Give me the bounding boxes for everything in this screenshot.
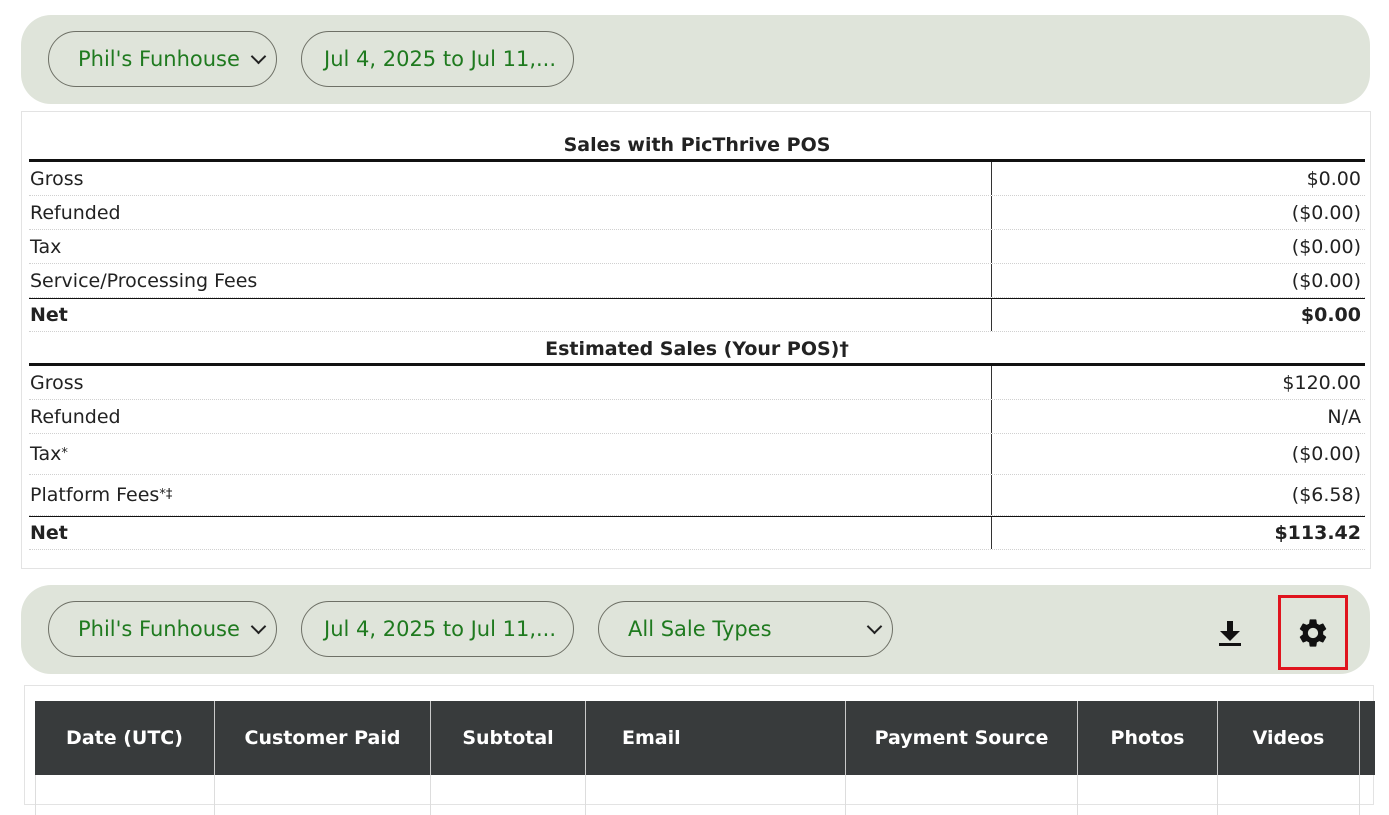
summary-net-row: Net $113.42 (29, 516, 1365, 550)
transactions-table-body (35, 775, 1375, 815)
summary-row-label: Tax (30, 443, 62, 465)
location-select-value: Phil's Funhouse (78, 617, 240, 641)
download-button[interactable] (1195, 595, 1265, 670)
summary-row: Service/Processing Fees ($0.00) (29, 264, 1365, 298)
column-header-customer-paid[interactable]: Customer Paid (215, 701, 431, 775)
column-header-email[interactable]: Email (586, 701, 846, 775)
date-range-picker[interactable]: Jul 4, 2025 to Jul 11,... (301, 31, 574, 87)
date-range-picker[interactable]: Jul 4, 2025 to Jul 11,... (301, 601, 574, 657)
date-range-value: Jul 4, 2025 to Jul 11,... (324, 47, 557, 71)
est-section-title: Estimated Sales (Your POS)† (29, 332, 1365, 366)
chevron-down-icon (250, 48, 267, 65)
column-header-date[interactable]: Date (UTC) (35, 701, 215, 775)
table-cell (1078, 775, 1218, 815)
summary-row-label: Tax (29, 230, 992, 263)
summary-row-label-wrap: Tax * (29, 434, 992, 474)
column-header-videos[interactable]: Videos (1218, 701, 1360, 775)
column-header-overflow (1360, 701, 1375, 775)
summary-row-value: $120.00 (1282, 371, 1361, 394)
table-cell (431, 775, 586, 815)
summary-row: Tax ($0.00) (29, 230, 1365, 264)
summary-row-label: Platform Fees (30, 484, 160, 506)
summary-row-value: ($0.00) (1291, 201, 1361, 224)
table-cell (846, 775, 1078, 815)
top-filter-bar: Phil's Funhouse Jul 4, 2025 to Jul 11,..… (21, 15, 1370, 104)
summary-row-label: Gross (29, 162, 992, 195)
table-cell (586, 775, 846, 815)
summary-row-label-wrap: Platform Fees *‡ (29, 475, 992, 515)
table-cell (1218, 775, 1360, 815)
sale-type-value: All Sale Types (628, 617, 772, 641)
summary-net-label: Net (29, 299, 992, 331)
transactions-filter-bar: Phil's Funhouse Jul 4, 2025 to Jul 11,..… (21, 585, 1370, 674)
summary-row: Refunded N/A (29, 400, 1365, 434)
sales-summary-card: Sales with PicThrive POS Gross $0.00 Ref… (21, 111, 1371, 569)
summary-row: Tax * ($0.00) (29, 434, 1365, 475)
chevron-down-icon (250, 618, 267, 635)
gear-icon (1299, 618, 1327, 647)
summary-row-label: Refunded (29, 196, 992, 229)
download-icon (1219, 620, 1241, 646)
summary-row-value: N/A (1327, 405, 1361, 428)
table-cell (35, 775, 215, 815)
summary-row-value: $0.00 (1306, 167, 1361, 190)
location-select[interactable]: Phil's Funhouse (48, 601, 277, 657)
summary-row: Refunded ($0.00) (29, 196, 1365, 230)
summary-net-label: Net (29, 517, 992, 549)
summary-net-value: $113.42 (1274, 522, 1361, 544)
location-select-value: Phil's Funhouse (78, 47, 240, 71)
sales-summary-table: Sales with PicThrive POS Gross $0.00 Ref… (29, 128, 1365, 550)
summary-row-label: Service/Processing Fees (29, 264, 992, 297)
summary-row-value: ($0.00) (1291, 443, 1361, 465)
summary-row: Gross $120.00 (29, 366, 1365, 400)
column-header-photos[interactable]: Photos (1078, 701, 1218, 775)
pos-section-title: Sales with PicThrive POS (29, 128, 1365, 162)
settings-button[interactable] (1278, 595, 1348, 670)
sale-type-select[interactable]: All Sale Types (598, 601, 893, 657)
chevron-down-icon (866, 618, 883, 635)
transactions-table-container: Date (UTC) Customer Paid Subtotal Email … (24, 685, 1375, 815)
location-select[interactable]: Phil's Funhouse (48, 31, 277, 87)
summary-row-label: Gross (29, 366, 992, 399)
column-header-payment-source[interactable]: Payment Source (846, 701, 1078, 775)
summary-row-value: ($0.00) (1291, 235, 1361, 258)
column-header-subtotal[interactable]: Subtotal (431, 701, 586, 775)
summary-net-row: Net $0.00 (29, 298, 1365, 332)
transactions-table-header: Date (UTC) Customer Paid Subtotal Email … (35, 701, 1375, 775)
table-cell (215, 775, 431, 815)
summary-row-value: ($6.58) (1291, 484, 1361, 506)
summary-row: Gross $0.00 (29, 162, 1365, 196)
summary-row: Platform Fees *‡ ($6.58) (29, 475, 1365, 516)
summary-net-value: $0.00 (1300, 304, 1361, 326)
summary-row-label: Refunded (29, 400, 992, 433)
date-range-value: Jul 4, 2025 to Jul 11,... (324, 617, 557, 641)
summary-row-value: ($0.00) (1291, 269, 1361, 292)
